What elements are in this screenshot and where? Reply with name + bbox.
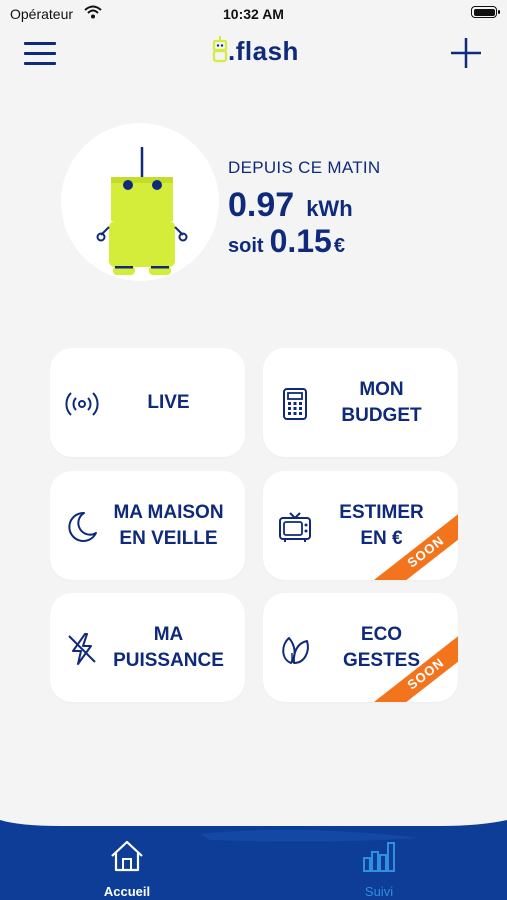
moon-icon — [68, 511, 97, 542]
since-label: DEPUIS CE MATIN — [228, 158, 381, 177]
tile-eco-gestes[interactable]: ECO GESTES SOON — [263, 593, 458, 702]
tile-mon-budget[interactable]: MON BUDGET — [263, 348, 458, 457]
battery-icon — [471, 6, 500, 18]
clock: 10:32 AM — [223, 6, 284, 22]
status-bar: Opérateur 10:32 AM — [0, 0, 507, 28]
tile-live[interactable]: LIVE — [50, 348, 245, 457]
euro-value: 0.15 — [269, 223, 332, 259]
kwh-unit: kWh — [306, 196, 353, 221]
app-header: .flash — [0, 28, 507, 80]
logo-text: .flash — [228, 36, 299, 66]
leaf-icon — [282, 637, 309, 664]
bar-chart-icon — [363, 842, 395, 872]
plus-icon — [451, 38, 481, 68]
euro-currency: € — [333, 235, 345, 257]
tile-label: MA PUISSANCE — [113, 623, 224, 671]
tab-accueil[interactable]: Accueil — [82, 838, 172, 899]
tile-estimer-en-euro[interactable]: ESTIMER EN € SOON — [263, 471, 458, 580]
kwh-line: 0.97 kWh — [228, 186, 380, 225]
tab-suivi[interactable]: Suivi — [334, 838, 424, 899]
robot-mascot-icon — [96, 147, 188, 275]
tile-label: ECO GESTES — [342, 623, 421, 671]
consumption-summary: DEPUIS CE MATIN 0.97 kWh soit 0.15 € — [228, 158, 380, 260]
tile-ma-puissance[interactable]: MA PUISSANCE — [50, 593, 245, 702]
tile-label: ESTIMER EN € — [339, 501, 424, 549]
tile-label: MON BUDGET — [341, 378, 422, 426]
tab-bar-background — [0, 820, 507, 900]
tab-label: Suivi — [364, 884, 394, 899]
calculator-icon — [283, 388, 307, 420]
add-button[interactable] — [449, 36, 483, 70]
menu-icon — [24, 42, 56, 45]
euro-line: soit 0.15 € — [228, 223, 380, 260]
lightning-icon — [68, 633, 96, 665]
soit-label: soit — [228, 235, 264, 257]
broadcast-icon — [65, 392, 99, 416]
tile-label: LIVE — [147, 391, 190, 413]
robot-mascot-card — [61, 123, 219, 281]
menu-button[interactable] — [24, 38, 58, 70]
tile-label: MA MAISON EN VEILLE — [113, 501, 224, 549]
app-logo: .flash — [212, 36, 299, 64]
tile-ma-maison-en-veille[interactable]: MA MAISON EN VEILLE — [50, 471, 245, 580]
kwh-value: 0.97 — [228, 186, 295, 224]
tab-label: Accueil — [103, 884, 151, 899]
tv-icon — [279, 512, 311, 542]
robot-logo-icon — [212, 36, 228, 63]
home-icon — [111, 840, 143, 872]
